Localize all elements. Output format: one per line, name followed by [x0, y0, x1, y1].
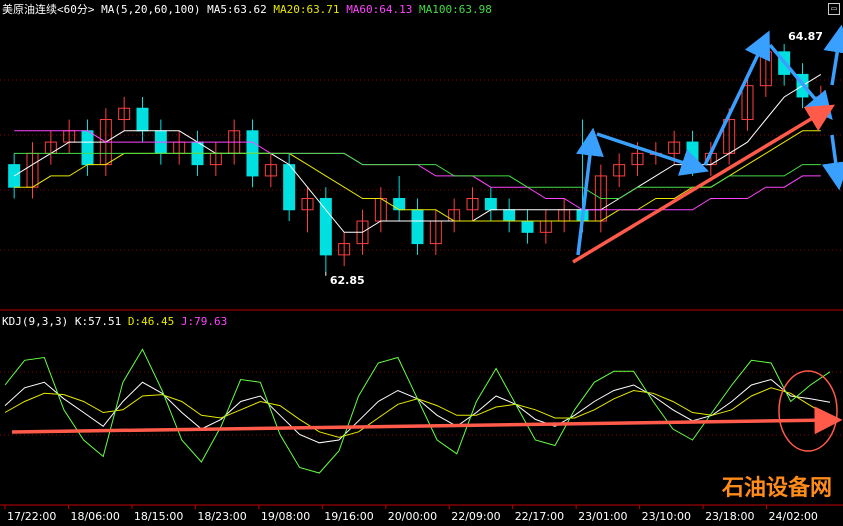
candlestick — [429, 209, 442, 255]
kdj-header: KDJ(9,3,3) K:57.51 D:46.45 J:79.63 — [2, 315, 227, 328]
candle-body — [393, 197, 406, 211]
trend-arrow-blue — [768, 43, 833, 121]
kdj-k-value: K:57.51 — [74, 315, 122, 328]
price-header: 美原油连续<60分> MA(5,20,60,100) MA5:63.62 MA2… — [2, 1, 492, 17]
watermark-text: 石油设备网 — [722, 476, 833, 501]
kdj-line-j — [4, 348, 831, 474]
candlestick — [319, 187, 332, 272]
price-high-label: 64.87 — [788, 30, 823, 43]
candle-body — [319, 197, 332, 256]
candlestick — [393, 175, 406, 222]
candlestick — [118, 96, 131, 131]
candlestick — [209, 142, 222, 176]
x-tick-label: 24/02:00 — [769, 510, 818, 523]
candlestick — [173, 130, 186, 165]
candlestick — [484, 187, 497, 222]
candlestick — [136, 96, 149, 143]
candle-body — [136, 107, 149, 132]
highlight-circle — [778, 370, 838, 452]
candlestick — [44, 130, 57, 165]
candle-body — [411, 209, 424, 245]
x-tick-label: 19/08:00 — [261, 510, 310, 523]
price-low-label: 62.85 — [330, 274, 365, 287]
chart-canvas: 64.87 62.85 17/22:00 18/06:00 18/15:00 18/23… — [0, 24, 843, 523]
candle-body — [8, 164, 21, 188]
time-axis: 17/22:00 18/06:00 18/15:00 18/23:00 19/08:00… — [4, 505, 818, 523]
x-tick-label: 23/01:00 — [578, 510, 627, 523]
trend-arrow-blue — [576, 127, 604, 256]
instrument-name: 美原油连续 — [2, 3, 57, 16]
candle-body — [81, 130, 94, 166]
x-tick-label: 18/23:00 — [197, 510, 246, 523]
trend-arrow-blue — [596, 132, 709, 176]
candlestick — [8, 153, 21, 199]
kdj-params-label: KDJ(9,3,3) — [2, 315, 69, 328]
candle-body — [283, 164, 296, 211]
x-tick-label: 18/15:00 — [134, 510, 183, 523]
kdj-panel — [4, 348, 831, 474]
x-tick-label: 22/09:00 — [451, 510, 500, 523]
candlestick — [521, 209, 534, 244]
candlestick — [301, 187, 314, 233]
candlestick — [613, 153, 626, 188]
period-label: <60分> — [57, 3, 95, 16]
kdj-line-k — [4, 378, 831, 444]
x-tick-label: 19/16:00 — [324, 510, 373, 523]
ma60-value: MA60:64.13 — [346, 3, 413, 16]
x-tick-label: 18/06:00 — [70, 510, 119, 523]
ma20-value: MA20:63.71 — [273, 3, 340, 16]
candlestick — [558, 198, 571, 233]
kdj-d-value: D:46.45 — [127, 315, 175, 328]
trend-arrow-red — [572, 104, 836, 264]
x-tick-label: 23/10:00 — [642, 510, 691, 523]
x-tick-label: 23/18:00 — [705, 510, 754, 523]
candle-body — [503, 209, 516, 222]
trend-arrow-blue — [823, 24, 843, 86]
maximize-icon[interactable]: ▭ — [828, 3, 840, 15]
x-tick-label: 20/00:00 — [388, 510, 437, 523]
price-panel — [8, 40, 827, 272]
candlestick — [264, 153, 277, 188]
candlestick — [338, 232, 351, 267]
kdj-j-value: J:79.63 — [180, 315, 228, 328]
candle-body — [686, 141, 699, 166]
ma-line-ma60 — [14, 130, 821, 211]
candlestick — [686, 130, 699, 176]
candle-body — [484, 197, 497, 211]
ma-params-label: MA(5,20,60,100) — [101, 3, 201, 16]
x-tick-label: 22/17:00 — [515, 510, 564, 523]
ma100-value: MA100:63.98 — [419, 3, 492, 16]
candlestick — [503, 198, 516, 233]
candlestick — [283, 153, 296, 222]
candlestick — [448, 198, 461, 233]
candlestick — [63, 119, 76, 154]
candle-body — [521, 220, 534, 233]
candlestick — [411, 198, 424, 255]
candle-body — [814, 96, 827, 99]
trend-arrow-blue — [821, 134, 843, 191]
candlestick — [374, 187, 387, 233]
ma5-value: MA5:63.62 — [207, 3, 267, 16]
candlestick — [539, 209, 552, 244]
x-tick-label: 17/22:00 — [7, 510, 56, 523]
kdj-trend-arrow-red — [11, 406, 843, 435]
candlestick — [466, 187, 479, 222]
ma-line-ma100 — [14, 152, 821, 199]
